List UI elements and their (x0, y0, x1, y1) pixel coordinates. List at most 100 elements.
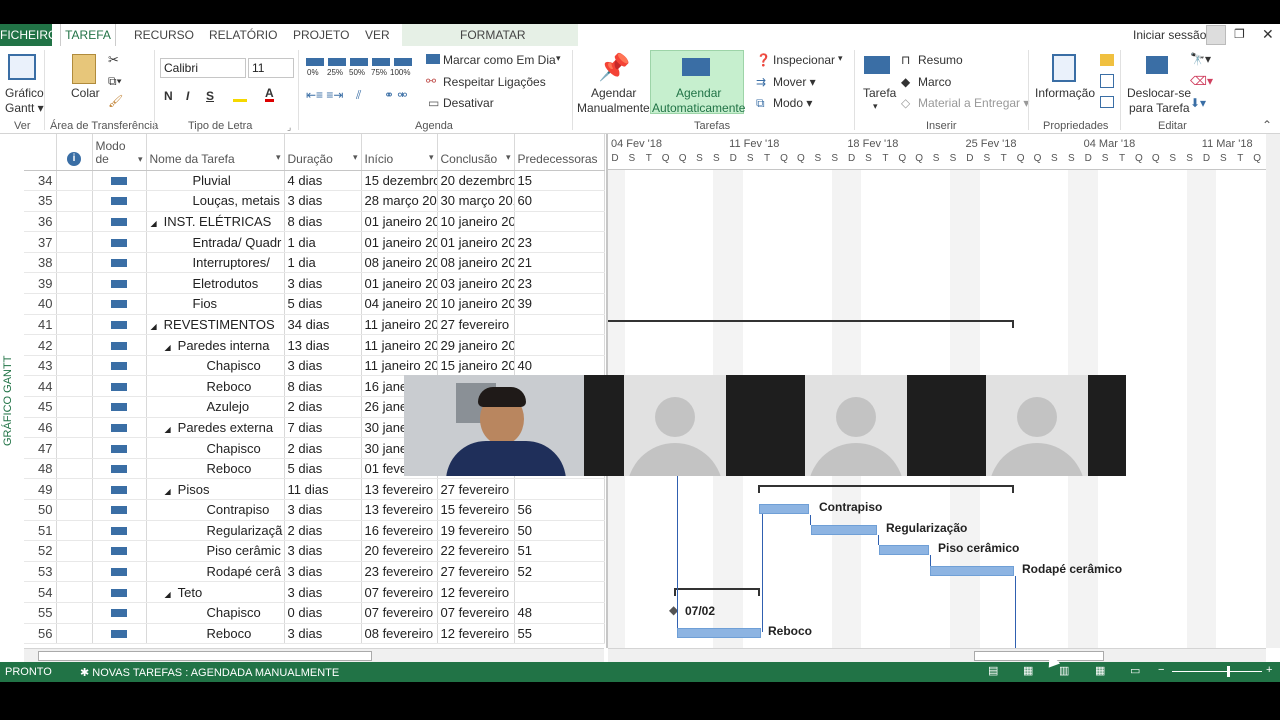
table-row[interactable]: 51 Regularizaçã 2 dias 16 fevereiro 19 fever… (24, 520, 605, 542)
font-name-select[interactable]: Calibri (160, 58, 246, 78)
table-row[interactable]: 54 ◢ Teto 3 dias 07 fevereiro 12 fevereiro (24, 581, 605, 603)
duration-cell[interactable]: 3 dias (284, 561, 362, 583)
pct-50-icon[interactable] (350, 58, 368, 66)
finish-cell[interactable]: 29 janeiro 20 (437, 334, 515, 356)
task-name-cell[interactable]: Contrapiso (146, 499, 285, 521)
restore-icon[interactable]: ❐ (1234, 27, 1245, 41)
task-mode-cell[interactable] (92, 231, 147, 253)
task-name-cell[interactable]: Pluvial (146, 170, 285, 192)
predecessors-cell[interactable]: 52 (514, 561, 605, 583)
schedule-auto-label1[interactable]: Agendar (676, 86, 721, 100)
row-id[interactable]: 40 (24, 293, 57, 315)
task-usage-icon[interactable]: ▦ (1023, 664, 1033, 677)
deliverable-icon[interactable]: ◇ (901, 96, 910, 110)
header-id[interactable] (24, 134, 57, 171)
collapse-icon[interactable]: ◢ (151, 219, 157, 228)
scroll-to-task-icon[interactable] (1146, 56, 1168, 74)
task-mode-cell[interactable] (92, 334, 147, 356)
start-cell[interactable]: 08 janeiro 20 (361, 252, 438, 274)
start-cell[interactable]: 07 fevereiro (361, 602, 438, 624)
duration-cell[interactable]: 1 dia (284, 231, 362, 253)
header-indicators[interactable]: i (56, 134, 93, 171)
gantt-chart-dropdown[interactable]: Gantt ▾ (5, 101, 44, 115)
duration-cell[interactable]: 3 dias (284, 499, 362, 521)
gantt-chart-icon[interactable] (8, 54, 36, 80)
duration-cell[interactable]: 3 dias (284, 581, 362, 603)
schedule-auto-label2[interactable]: Automaticamente (652, 101, 745, 115)
chevron-down-icon[interactable]: ▾ (429, 152, 434, 163)
pct-100-icon[interactable] (394, 58, 412, 66)
duration-cell[interactable]: 3 dias (284, 190, 362, 212)
task-name-cell[interactable]: Fios (146, 293, 285, 315)
row-id[interactable]: 52 (24, 540, 57, 562)
gantt-horizontal-scrollbar[interactable] (608, 648, 1266, 662)
chevron-down-icon[interactable]: ▾ (138, 153, 143, 166)
task-mode-cell[interactable] (92, 499, 147, 521)
task-name-cell[interactable]: Louças, metais (146, 190, 285, 212)
start-cell[interactable]: 28 março 201 (361, 190, 438, 212)
finish-cell[interactable]: 12 fevereiro (437, 623, 515, 645)
predecessors-cell[interactable]: 50 (514, 520, 605, 542)
clear-icon[interactable]: ⌫▾ (1190, 74, 1213, 88)
duration-cell[interactable]: 5 dias (284, 293, 362, 315)
predecessors-cell[interactable]: 23 (514, 231, 605, 253)
duration-cell[interactable]: 7 dias (284, 417, 362, 439)
task-name-cell[interactable]: ◢ Paredes externa (146, 417, 285, 439)
task-name-cell[interactable]: Piso cerâmic (146, 540, 285, 562)
zoom-out-icon[interactable]: − (1158, 664, 1164, 676)
dialog-launcher-icon[interactable]: ⌟ (287, 122, 291, 133)
tab-projeto[interactable]: PROJETO (293, 24, 349, 46)
table-row[interactable]: 42 ◢ Paredes interna 13 dias 11 janeiro 20 29… (24, 334, 605, 356)
summary-bar-revestimentos[interactable] (608, 320, 1014, 322)
respect-links-button[interactable]: Respeitar Ligações (443, 75, 546, 89)
row-id[interactable]: 42 (24, 334, 57, 356)
duration-cell[interactable]: 1 dia (284, 252, 362, 274)
task-mode-cell[interactable] (92, 252, 147, 274)
start-cell[interactable]: 13 fevereiro (361, 478, 438, 500)
tab-relatorio[interactable]: RELATÓRIO (209, 24, 277, 46)
task-name-cell[interactable]: Interruptores/ (146, 252, 285, 274)
collapse-icon[interactable]: ◢ (151, 322, 157, 331)
predecessors-cell[interactable] (514, 334, 605, 356)
scroll-to-task-label1[interactable]: Deslocar-se (1127, 86, 1191, 100)
vertical-scrollbar[interactable] (1266, 134, 1280, 648)
details-icon[interactable] (1100, 74, 1114, 88)
split-icon[interactable]: ⫽ (356, 88, 361, 103)
predecessors-cell[interactable]: 23 (514, 272, 605, 295)
predecessors-cell[interactable]: 51 (514, 540, 605, 562)
table-row[interactable]: 56 Reboco 3 dias 08 fevereiro 12 fevereiro 55 (24, 623, 605, 645)
auto-schedule-icon[interactable] (682, 58, 710, 76)
task-mode-cell[interactable] (92, 561, 147, 583)
task-mode-cell[interactable] (92, 314, 147, 336)
table-horizontal-scrollbar[interactable] (24, 648, 604, 662)
row-id[interactable]: 44 (24, 375, 57, 398)
zoom-slider-thumb[interactable] (1227, 666, 1230, 677)
task-bar-piso-ceramico[interactable] (879, 545, 929, 555)
start-cell[interactable]: 01 janeiro 20 (361, 211, 438, 233)
information-button[interactable]: Informação (1035, 86, 1095, 100)
header-finish[interactable]: Conclusão ▾ (437, 134, 515, 171)
task-name-cell[interactable]: Rodapé cerâ (146, 561, 285, 583)
row-id[interactable]: 51 (24, 520, 57, 542)
task-name-cell[interactable]: Reboco (146, 375, 285, 398)
status-new-tasks[interactable]: ✱ NOVAS TAREFAS : AGENDADA MANUALMENTE (80, 666, 339, 679)
insert-task-dropdown[interactable]: ▾ (873, 101, 878, 112)
table-row[interactable]: 50 Contrapiso 3 dias 13 fevereiro 15 feverei… (24, 499, 605, 521)
gantt-view-icon[interactable]: ▤ (988, 664, 998, 677)
start-cell[interactable]: 16 fevereiro (361, 520, 438, 542)
tab-ver[interactable]: VER (365, 24, 390, 46)
finish-cell[interactable]: 20 dezembro (437, 170, 515, 192)
task-mode-cell[interactable] (92, 437, 147, 459)
finish-cell[interactable]: 27 fevereiro (437, 314, 515, 336)
tab-formatar[interactable]: FORMATAR (460, 24, 526, 46)
task-mode-cell[interactable] (92, 478, 147, 500)
row-id[interactable]: 38 (24, 252, 57, 274)
table-row[interactable]: 52 Piso cerâmic 3 dias 20 fevereiro 22 fever… (24, 540, 605, 562)
tab-recurso[interactable]: RECURSO (134, 24, 194, 46)
task-name-cell[interactable]: ◢ Pisos (146, 478, 285, 500)
duration-cell[interactable]: 8 dias (284, 375, 362, 398)
task-name-cell[interactable]: ◢ INST. ELÉTRICAS (146, 211, 285, 233)
header-duration[interactable]: Duração ▾ (284, 134, 362, 171)
finish-cell[interactable]: 10 janeiro 20 (437, 293, 515, 315)
task-name-cell[interactable]: Chapisco (146, 437, 285, 459)
